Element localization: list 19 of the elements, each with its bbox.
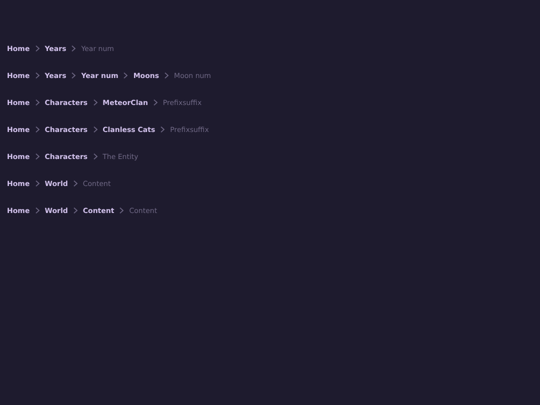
chevron-icon [71,45,76,52]
chevron-icon [34,72,40,79]
chevron-icon [72,207,78,214]
chevron-icon [34,45,40,52]
chevron-icon [92,126,98,133]
chevron-icon [92,99,98,106]
chevron-icon [34,99,40,106]
chevron-icon [164,72,170,79]
chevron-icon [34,207,40,214]
chevron-icon [34,153,40,160]
chevron-icon [34,126,40,133]
chevron-icon [123,72,128,79]
chevron-icon [119,207,124,214]
chevron-icon [160,126,166,133]
chevron-icon [92,153,98,160]
chevron-icon [34,180,40,187]
chevron-icon [72,180,78,187]
chevron-icon [152,99,158,106]
chevron-icon [71,72,76,79]
